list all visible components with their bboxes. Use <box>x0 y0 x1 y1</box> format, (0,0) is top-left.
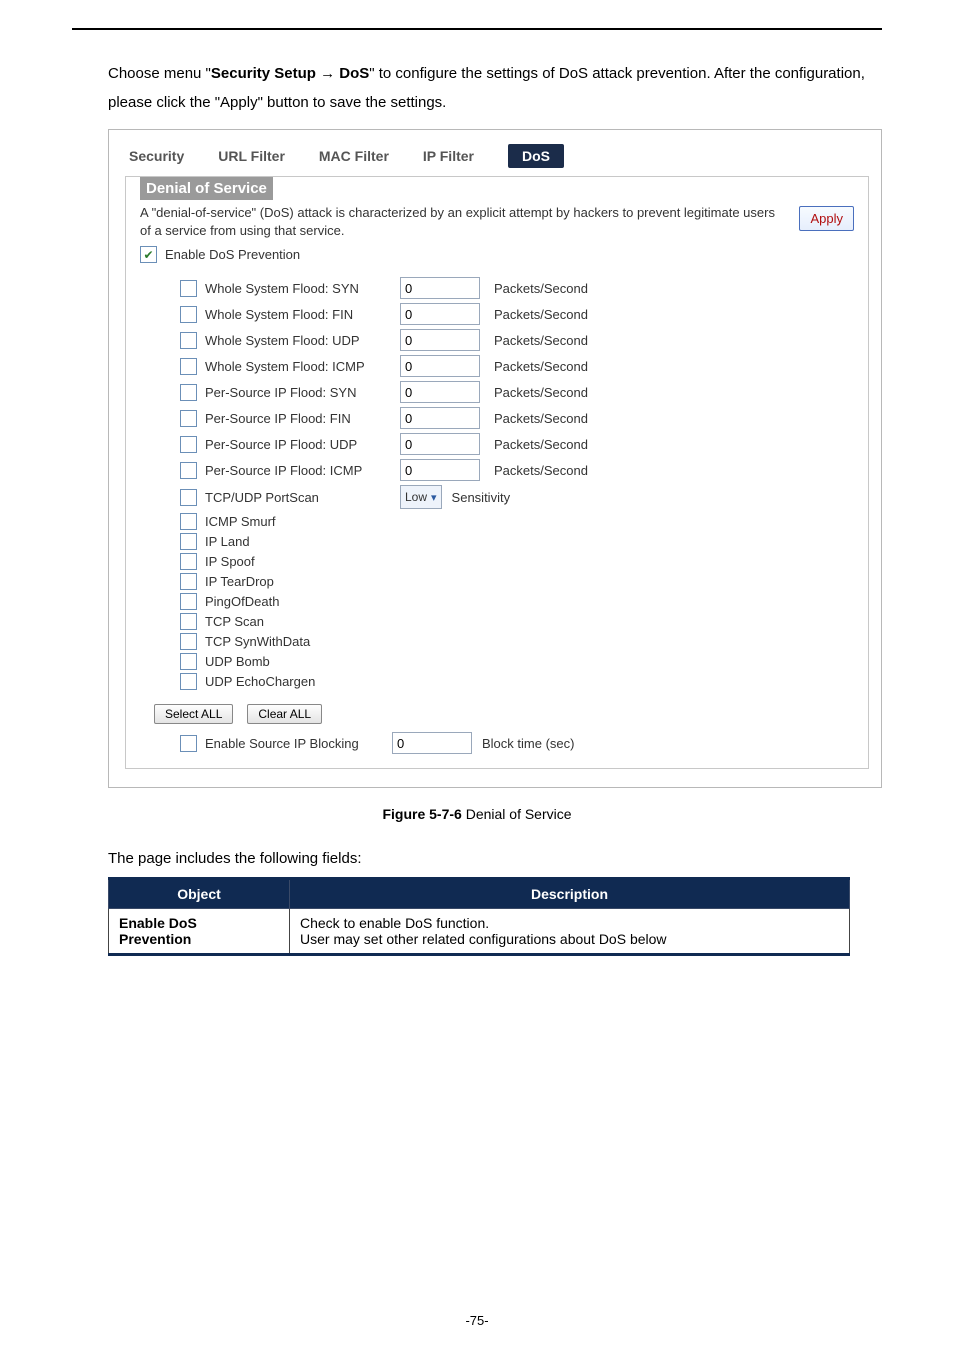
input-fin[interactable] <box>400 303 480 325</box>
dos-heading: Denial of Service <box>140 177 273 200</box>
lbl-ps-fin: Per-Source IP Flood: FIN <box>205 411 351 426</box>
unit-ps-fin: Packets/Second <box>494 411 588 426</box>
input-udp[interactable] <box>400 329 480 351</box>
td-desc-line2: User may set other related configuration… <box>300 931 667 947</box>
lbl-tcp-scan: TCP Scan <box>205 614 264 629</box>
lbl-icmp-smurf: ICMP Smurf <box>205 514 276 529</box>
chk-pingofdeath[interactable] <box>180 593 197 610</box>
portscan-sel-value: Low <box>405 490 427 504</box>
input-icmp[interactable] <box>400 355 480 377</box>
instr-menu: Security Setup → DoS <box>211 65 369 82</box>
lbl-ip-spoof: IP Spoof <box>205 554 255 569</box>
chk-ps-fin[interactable] <box>180 410 197 427</box>
page-number: -75- <box>0 1313 954 1328</box>
chk-ps-udp[interactable] <box>180 436 197 453</box>
unit-block-time: Block time (sec) <box>482 736 574 751</box>
th-description: Description <box>290 879 850 909</box>
tab-mac-filter[interactable]: MAC Filter <box>319 148 389 164</box>
chk-tcp-synwithdata[interactable] <box>180 633 197 650</box>
lbl-portscan: TCP/UDP PortScan <box>205 490 319 505</box>
lbl-syn: Whole System Flood: SYN <box>205 281 359 296</box>
select-all-button[interactable]: Select ALL <box>154 704 233 724</box>
chk-ip-spoof[interactable] <box>180 553 197 570</box>
sensitivity-label: Sensitivity <box>452 490 511 505</box>
chk-ps-syn[interactable] <box>180 384 197 401</box>
th-object: Object <box>109 879 290 909</box>
input-ps-icmp[interactable] <box>400 459 480 481</box>
chk-src-ip-blocking[interactable] <box>180 735 197 752</box>
unit-udp: Packets/Second <box>494 333 588 348</box>
unit-icmp: Packets/Second <box>494 359 588 374</box>
chk-portscan[interactable] <box>180 489 197 506</box>
lbl-ps-syn: Per-Source IP Flood: SYN <box>205 385 357 400</box>
tab-security[interactable]: Security <box>129 148 184 164</box>
lbl-ps-icmp: Per-Source IP Flood: ICMP <box>205 463 362 478</box>
td-obj-line2: Prevention <box>119 931 191 947</box>
tab-dos[interactable]: DoS <box>508 144 564 168</box>
chk-udp-bomb[interactable] <box>180 653 197 670</box>
screenshot-panel: Security URL Filter MAC Filter IP Filter… <box>108 129 882 788</box>
tab-ip-filter[interactable]: IP Filter <box>423 148 474 164</box>
figure-caption: Figure 5-7-6 Denial of Service <box>0 806 954 822</box>
enable-dos-checkbox[interactable]: ✔ <box>140 246 157 263</box>
unit-ps-syn: Packets/Second <box>494 385 588 400</box>
input-ps-syn[interactable] <box>400 381 480 403</box>
enable-dos-label: Enable DoS Prevention <box>165 247 300 262</box>
portscan-sensitivity-select[interactable]: Low ▾ <box>400 485 442 509</box>
figure-title: Denial of Service <box>462 806 572 822</box>
lbl-ip-land: IP Land <box>205 534 250 549</box>
td-obj-line1: Enable DoS <box>119 915 197 931</box>
dos-panel: Denial of Service A "denial-of-service" … <box>125 176 869 769</box>
dos-threshold-list: Whole System Flood: SYN Packets/Second Wh… <box>180 277 854 509</box>
instr-pre: Choose menu " <box>108 65 211 82</box>
lbl-tcp-synwithdata: TCP SynWithData <box>205 634 310 649</box>
lbl-src-ip-blocking: Enable Source IP Blocking <box>205 736 359 751</box>
td-desc-enable-dos: Check to enable DoS function. User may s… <box>290 909 850 955</box>
tab-bar: Security URL Filter MAC Filter IP Filter… <box>129 144 869 168</box>
apply-button[interactable]: Apply <box>799 206 854 231</box>
chk-ip-teardrop[interactable] <box>180 573 197 590</box>
top-rule <box>72 28 882 30</box>
lbl-ps-udp: Per-Source IP Flood: UDP <box>205 437 357 452</box>
chk-udp[interactable] <box>180 332 197 349</box>
td-obj-enable-dos: Enable DoS Prevention <box>109 909 290 955</box>
chevron-down-icon: ▾ <box>431 491 437 504</box>
chk-ps-icmp[interactable] <box>180 462 197 479</box>
dos-description: A "denial-of-service" (DoS) attack is ch… <box>140 204 787 240</box>
chk-tcp-scan[interactable] <box>180 613 197 630</box>
input-ps-fin[interactable] <box>400 407 480 429</box>
unit-syn: Packets/Second <box>494 281 588 296</box>
chk-ip-land[interactable] <box>180 533 197 550</box>
lbl-fin: Whole System Flood: FIN <box>205 307 353 322</box>
chk-udp-echochargen[interactable] <box>180 673 197 690</box>
chk-icmp[interactable] <box>180 358 197 375</box>
lbl-udp-bomb: UDP Bomb <box>205 654 270 669</box>
input-block-time[interactable] <box>392 732 472 754</box>
clear-all-button[interactable]: Clear ALL <box>247 704 322 724</box>
unit-ps-udp: Packets/Second <box>494 437 588 452</box>
chk-syn[interactable] <box>180 280 197 297</box>
lbl-pingofdeath: PingOfDeath <box>205 594 279 609</box>
lbl-ip-teardrop: IP TearDrop <box>205 574 274 589</box>
unit-ps-icmp: Packets/Second <box>494 463 588 478</box>
lbl-icmp: Whole System Flood: ICMP <box>205 359 365 374</box>
chk-fin[interactable] <box>180 306 197 323</box>
td-desc-line1: Check to enable DoS function. <box>300 915 489 931</box>
instruction-text: Choose menu "Security Setup → DoS" to co… <box>108 60 882 117</box>
lbl-udp: Whole System Flood: UDP <box>205 333 360 348</box>
fields-table: Object Description Enable DoS Prevention… <box>108 877 850 956</box>
chk-icmp-smurf[interactable] <box>180 513 197 530</box>
fields-intro: The page includes the following fields: <box>108 850 882 867</box>
figure-number: Figure 5-7-6 <box>382 806 461 822</box>
tab-url-filter[interactable]: URL Filter <box>218 148 285 164</box>
lbl-udp-echochargen: UDP EchoChargen <box>205 674 315 689</box>
input-ps-udp[interactable] <box>400 433 480 455</box>
input-syn[interactable] <box>400 277 480 299</box>
unit-fin: Packets/Second <box>494 307 588 322</box>
